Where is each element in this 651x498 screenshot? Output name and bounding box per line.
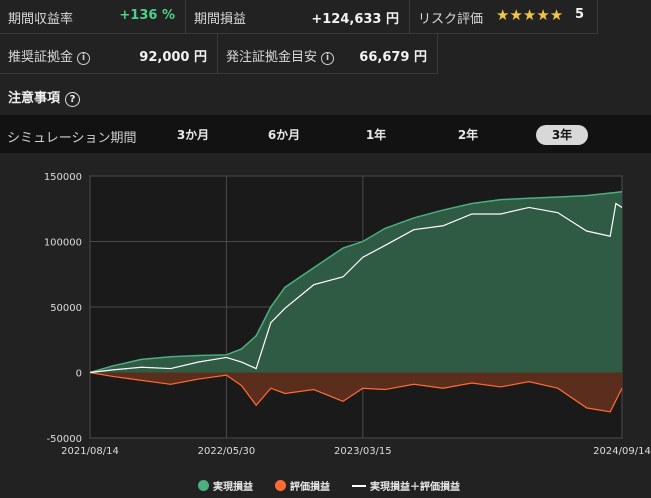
margin-value: 92,000 円 [139,50,207,65]
x-tick-label: 2023/03/15 [334,446,392,457]
return-cell: 期間収益率 +136 % [0,0,186,34]
unrealized-dot-icon [275,480,286,491]
y-tick-label: -50000 [47,434,82,445]
pl-label: 期間損益 [194,12,247,27]
tab-2-years[interactable]: 2年 [448,125,488,145]
tab-1-year[interactable]: 1年 [356,125,396,145]
pl-value: +124,633 円 [311,12,399,27]
margin-label: 推奨証拠金 [8,50,74,65]
legend-unrealized-label: 評価損益 [290,482,330,493]
pl-chart: 150000 100000 50000 0 -500002021/08/14 2022/0… [44,172,651,457]
legend-realized-label: 実現損益 [213,482,253,493]
total-line-icon [352,484,366,487]
info-icon[interactable]: i [77,52,91,65]
tab-3-months[interactable]: 3か月 [170,125,216,145]
x-tick-label: 2021/08/14 [61,446,119,457]
y-tick-label: 0 [76,369,82,380]
margin-cell: 推奨証拠金 i 92,000 円 [0,34,218,74]
legend-total-label: 実現損益＋評価損益 [370,482,460,493]
risk-label: リスク評価 [418,12,484,27]
order-cell: 発注証拠金目安 i 66,679 円 [218,34,438,74]
info-icon[interactable]: i [321,52,335,65]
x-tick-label: 2022/05/30 [198,446,256,457]
stats-panel: 期間収益率 +136 % 期間損益 +124,633 円 リスク評価 ★★★★★… [0,0,651,76]
x-tick-label: 2024/09/14 [593,446,651,457]
legend-unrealized: 評価損益 [275,478,330,493]
order-value: 66,679 円 [359,50,427,65]
return-label: 期間収益率 [8,12,74,27]
legend-total: 実現損益＋評価損益 [352,478,460,493]
y-tick-label: 150000 [44,172,82,183]
margin-label-wrap: 推奨証拠金 i [8,46,91,65]
notice-label: 注意事項 [8,91,61,106]
tab-3-years[interactable]: 3年 [536,125,588,145]
pl-cell: 期間損益 +124,633 円 [186,0,410,34]
simulation-label: シミュレーション期間 [7,131,137,146]
order-label-wrap: 発注証拠金目安 i [226,46,335,65]
realized-dot-icon [198,480,209,491]
return-value: +136 % [119,8,175,23]
notice-link[interactable]: 注意事項? [8,87,81,107]
order-label: 発注証拠金目安 [226,50,318,65]
tab-6-months[interactable]: 6か月 [261,125,307,145]
y-tick-label: 50000 [50,303,82,314]
legend-realized: 実現損益 [198,478,253,493]
risk-value: 5 [575,7,585,22]
star-rating-icon: ★★★★★ [496,6,564,24]
help-icon[interactable]: ? [65,92,81,107]
y-tick-label: 100000 [44,238,82,249]
simulation-period-bar: シミュレーション期間 3か月 6か月 1年 2年 3年 [0,115,651,153]
chart-legend: 実現損益 評価損益 実現損益＋評価損益 [0,478,651,494]
